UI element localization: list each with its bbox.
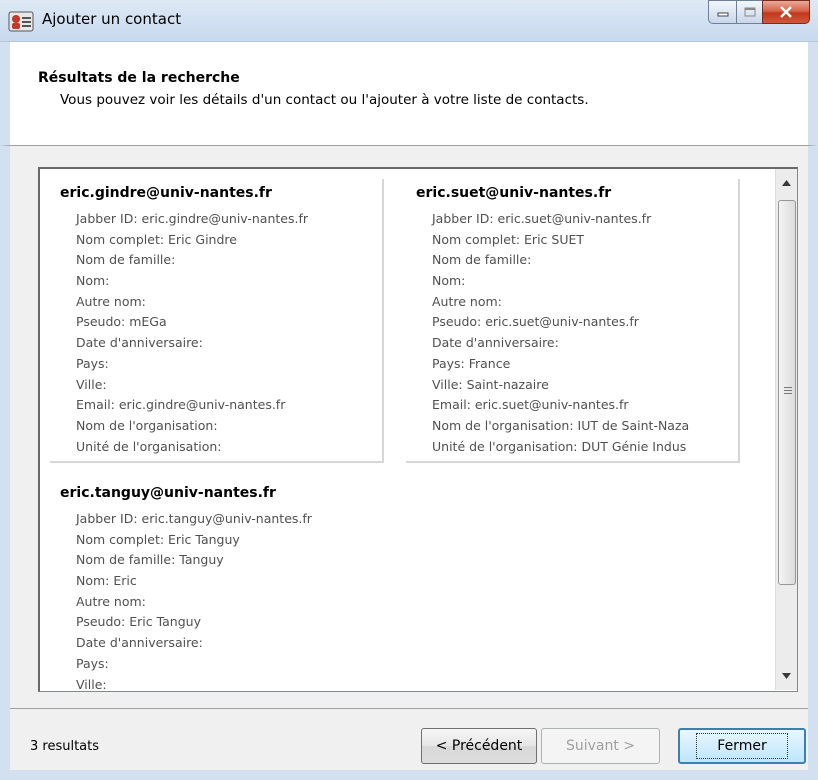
contact-field: Pseudo: Eric Tanguy	[76, 614, 201, 630]
close-window-button[interactable]	[762, 0, 810, 24]
contact-field: Nom complet: Eric Gindre	[76, 231, 237, 247]
contact-field: Ville: Saint-nazaire	[432, 376, 549, 392]
contact-field: Pays:	[76, 655, 109, 671]
maximize-button[interactable]	[736, 0, 762, 24]
contact-field: Nom:	[76, 273, 110, 289]
close-icon	[780, 6, 792, 18]
previous-button[interactable]: < Précédent	[421, 728, 537, 764]
vertical-scrollbar[interactable]	[775, 169, 797, 690]
contact-field: Nom:	[432, 273, 466, 289]
window-controls	[708, 0, 810, 30]
contact-field: Pays:	[76, 355, 109, 371]
contact-field: Nom de l'organisation: IUT de Saint-Naza	[432, 417, 690, 433]
contact-field: Unité de l'organisation:	[76, 438, 222, 454]
footer-divider	[10, 708, 808, 709]
contact-field: Nom de famille:	[432, 252, 532, 268]
contact-field: Ville:	[76, 376, 107, 392]
contact-card-icon[interactable]	[8, 9, 34, 33]
contact-field: Jabber ID: eric.tanguy@univ-nantes.fr	[76, 511, 312, 526]
contact-field: Nom complet: Eric Tanguy	[76, 531, 240, 547]
scroll-thumb[interactable]	[778, 200, 796, 585]
contact-field: Nom de famille: Tanguy	[76, 552, 224, 568]
grip-icon	[784, 387, 792, 396]
contact-field: Jabber ID: eric.suet@univ-nantes.fr	[432, 211, 652, 226]
close-button-label: Fermer	[696, 733, 788, 759]
contact-field: Autre nom:	[432, 293, 502, 309]
scroll-down-arrow-icon[interactable]	[776, 666, 797, 686]
contact-field: Email: eric.suet@univ-nantes.fr	[432, 397, 629, 413]
results-panel[interactable]: eric.gindre@univ-nantes.fr Jabber ID: er…	[38, 167, 798, 692]
title-bar: Ajouter un contact	[0, 0, 818, 42]
window-title: Ajouter un contact	[42, 10, 182, 28]
contact-field: Pseudo: eric.suet@univ-nantes.fr	[432, 314, 639, 330]
contact-fields: Jabber ID: eric.tanguy@univ-nantes.fr No…	[60, 509, 380, 692]
contact-email: eric.suet@univ-nantes.fr	[416, 185, 612, 201]
window-frame-bottom	[0, 770, 818, 780]
contact-field: Date d'anniversaire:	[76, 635, 203, 651]
results-count: 3 resultats	[30, 739, 100, 754]
minimize-button[interactable]	[708, 0, 736, 24]
contact-field: Nom: Eric	[76, 573, 137, 589]
maximize-icon	[744, 7, 755, 17]
page-subtitle: Vous pouvez voir les détails d'un contac…	[60, 92, 589, 108]
contact-field: Date d'anniversaire:	[432, 335, 559, 351]
scroll-up-arrow-icon[interactable]	[776, 173, 797, 193]
contact-field: Email: eric.gindre@univ-nantes.fr	[76, 397, 286, 413]
contact-email: eric.gindre@univ-nantes.fr	[60, 185, 272, 201]
minimize-icon	[717, 12, 728, 17]
contact-email: eric.tanguy@univ-nantes.fr	[60, 485, 276, 501]
contact-field: Pseudo: mEGa	[76, 314, 167, 330]
contact-field: Date d'anniversaire:	[76, 335, 203, 351]
page-title: Résultats de la recherche	[38, 70, 240, 86]
window-frame-right	[808, 42, 818, 780]
contact-field: Ville:	[76, 676, 107, 692]
next-button[interactable]: Suivant >	[541, 728, 660, 764]
window-frame-left	[0, 42, 10, 780]
contact-field: Jabber ID: eric.gindre@univ-nantes.fr	[76, 211, 308, 226]
contact-field: Unité de l'organisation: DUT Génie Indus	[432, 438, 687, 454]
contact-field: Nom de famille:	[76, 252, 176, 268]
contact-card[interactable]: eric.suet@univ-nantes.fr Jabber ID: eric…	[406, 179, 740, 463]
contact-card[interactable]: eric.gindre@univ-nantes.fr Jabber ID: er…	[50, 179, 384, 463]
contact-fields: Jabber ID: eric.gindre@univ-nantes.fr No…	[60, 209, 380, 457]
close-button[interactable]: Fermer	[678, 728, 806, 764]
contact-field: Autre nom:	[76, 593, 146, 609]
contact-field: Nom de l'organisation:	[76, 417, 218, 433]
contact-card[interactable]: eric.tanguy@univ-nantes.fr Jabber ID: er…	[50, 479, 384, 692]
contact-field: Nom complet: Eric SUET	[432, 231, 585, 247]
contact-field: Autre nom:	[76, 293, 146, 309]
contact-fields: Jabber ID: eric.suet@univ-nantes.fr Nom …	[416, 209, 732, 457]
contact-field: Pays: France	[432, 355, 511, 371]
